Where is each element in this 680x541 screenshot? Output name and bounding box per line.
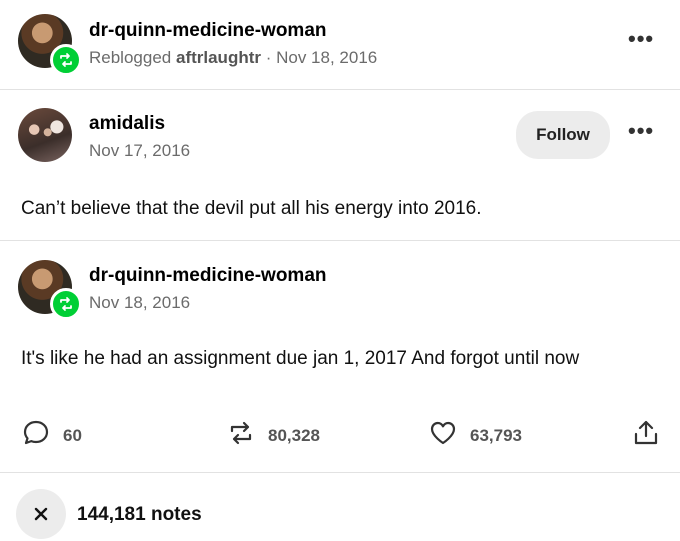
notes-count[interactable]: 144,181 notes [77, 504, 202, 526]
original-author-avatar[interactable] [18, 108, 72, 162]
comment-count: 60 [63, 425, 82, 445]
original-post-text: Can’t believe that the devil put all his… [21, 198, 482, 219]
follow-button[interactable]: Follow [516, 111, 610, 159]
divider [0, 240, 680, 241]
share-icon[interactable] [632, 418, 660, 453]
original-post-date[interactable]: Nov 17, 2016 [89, 141, 190, 161]
close-icon [34, 507, 48, 521]
reply-reblog-badge-icon [50, 288, 82, 320]
comment-icon [21, 418, 51, 453]
reblogged-from-link[interactable]: aftrlaughtr [176, 48, 261, 67]
reblog-icon [226, 418, 256, 453]
reblog-badge-icon [50, 44, 82, 76]
reblog-date[interactable]: Nov 18, 2016 [276, 48, 377, 67]
like-count: 63,793 [470, 425, 522, 445]
more-options-icon[interactable]: ••• [628, 26, 654, 52]
reblogger-username[interactable]: dr-quinn-medicine-woman [89, 20, 327, 42]
reply-post-date[interactable]: Nov 18, 2016 [89, 293, 190, 313]
like-action[interactable]: 63,793 [428, 418, 522, 453]
comment-action[interactable]: 60 [21, 418, 82, 453]
original-more-options-icon[interactable]: ••• [628, 118, 654, 144]
reblog-action[interactable]: 80,328 [226, 418, 320, 453]
divider [0, 472, 680, 473]
reblog-meta: Reblogged aftrlaughtr · Nov 18, 2016 [89, 48, 377, 68]
heart-icon [428, 418, 458, 453]
reply-author-username[interactable]: dr-quinn-medicine-woman [89, 265, 327, 287]
close-notes-button[interactable] [16, 489, 66, 539]
divider [0, 89, 680, 90]
reblogged-prefix: Reblogged [89, 48, 172, 67]
original-author-username[interactable]: amidalis [89, 113, 165, 135]
meta-separator: · [260, 48, 277, 67]
reblog-count: 80,328 [268, 425, 320, 445]
reply-post-text: It's like he had an assignment due jan 1… [21, 348, 580, 369]
